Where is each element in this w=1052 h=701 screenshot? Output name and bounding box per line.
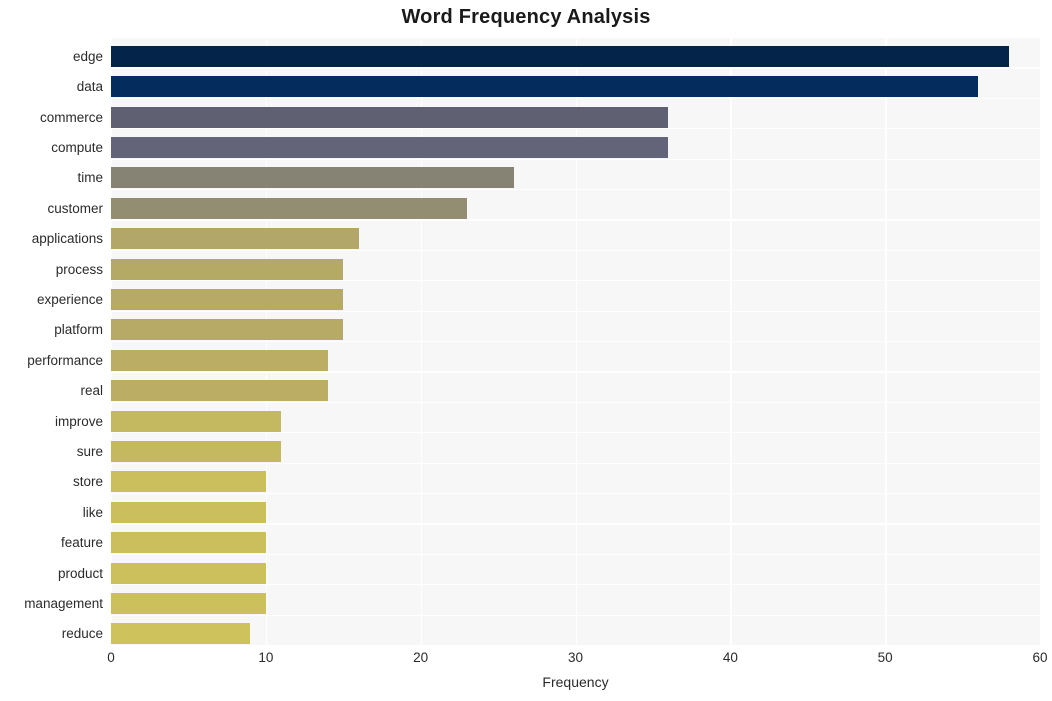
x-axis-title: Frequency (542, 674, 609, 690)
y-tick-label-platform: platform (54, 322, 103, 338)
bar-performance (111, 349, 328, 371)
chart-title: Word Frequency Analysis (401, 6, 651, 28)
bar-product (111, 562, 266, 584)
bar-customer (111, 197, 468, 219)
y-tick-label-improve: improve (54, 413, 103, 429)
plot-area (111, 37, 1040, 645)
gridline-horizontal-11 (111, 371, 1040, 373)
bar-reduce (111, 623, 251, 645)
x-tick-label-30: 30 (567, 650, 584, 665)
gridline-horizontal-6 (111, 219, 1040, 221)
bar-feature (111, 532, 266, 554)
gridline-horizontal-10 (111, 341, 1040, 343)
gridline-horizontal-13 (111, 432, 1040, 434)
bar-edge (111, 45, 1010, 67)
gridline-horizontal-5 (111, 189, 1040, 191)
bar-time (111, 167, 514, 189)
y-tick-label-compute: compute (51, 139, 103, 155)
gridline-horizontal-9 (111, 310, 1040, 312)
y-tick-label-commerce: commerce (39, 109, 103, 125)
y-tick-label-feature: feature (60, 535, 103, 551)
x-tick-label-60: 60 (1032, 650, 1048, 665)
bar-commerce (111, 106, 669, 128)
bar-sure (111, 440, 282, 462)
y-tick-label-sure: sure (76, 443, 103, 459)
x-tick-label-50: 50 (877, 650, 893, 665)
x-tick-label-20: 20 (413, 650, 429, 665)
y-tick-label-store: store (72, 474, 103, 490)
bar-like (111, 501, 266, 523)
gridline-horizontal-17 (111, 553, 1040, 555)
x-axis-tick-labels: 0 10 20 30 40 50 60 (107, 650, 1047, 670)
y-tick-label-edge: edge (72, 48, 103, 64)
y-tick-label-data: data (76, 79, 103, 95)
gridline-horizontal-2 (111, 97, 1040, 99)
y-tick-label-management: management (24, 595, 103, 611)
gridline-horizontal-3 (111, 128, 1040, 130)
gridline-horizontal-0 (111, 37, 1040, 39)
bar-improve (111, 410, 282, 432)
gridline-horizontal-1 (111, 67, 1040, 69)
bar-process (111, 258, 344, 280)
y-tick-label-real: real (80, 383, 103, 399)
gridline-horizontal-16 (111, 523, 1040, 525)
gridline-horizontal-18 (111, 584, 1040, 586)
y-tick-label-customer: customer (47, 200, 103, 216)
y-tick-label-experience: experience (36, 291, 103, 307)
y-tick-label-time: time (77, 170, 103, 186)
y-tick-label-process: process (55, 261, 103, 277)
bar-store (111, 471, 266, 493)
y-tick-label-performance: performance (27, 352, 103, 368)
gridline-horizontal-12 (111, 401, 1040, 403)
chart-figure: Word Frequency Analysis edge data commerce… (0, 0, 1052, 701)
x-tick-label-10: 10 (258, 650, 274, 665)
bar-management (111, 592, 266, 614)
y-tick-label-applications: applications (31, 231, 103, 247)
bar-real (111, 380, 328, 402)
gridline-horizontal-14 (111, 462, 1040, 464)
gridline-horizontal-19 (111, 614, 1040, 616)
bar-applications (111, 228, 359, 250)
bar-compute (111, 136, 669, 158)
y-tick-label-like: like (82, 504, 103, 520)
gridline-horizontal-4 (111, 158, 1040, 160)
bar-experience (111, 288, 344, 310)
gridline-horizontal-15 (111, 493, 1040, 495)
y-axis-tick-labels: edge data commerce compute time customer appli… (0, 37, 103, 645)
y-tick-label-product: product (57, 565, 103, 581)
gridline-horizontal-8 (111, 280, 1040, 282)
bar-data (111, 76, 979, 98)
x-tick-label-0: 0 (107, 650, 115, 665)
x-tick-label-40: 40 (722, 650, 738, 665)
gridline-horizontal-7 (111, 249, 1040, 251)
bar-platform (111, 319, 344, 341)
y-tick-label-reduce: reduce (61, 626, 103, 642)
